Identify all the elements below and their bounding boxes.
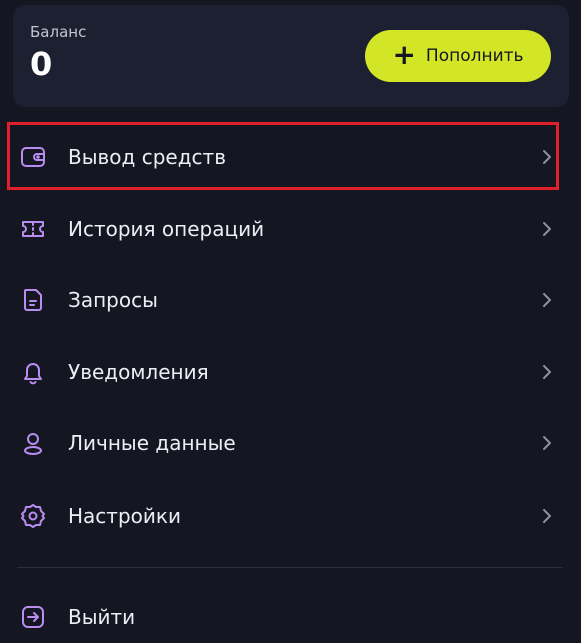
menu-item-requests[interactable]: Запросы <box>0 265 581 335</box>
user-icon <box>19 429 47 457</box>
chevron-right-icon <box>539 434 555 452</box>
menu-item-label: Личные данные <box>68 431 236 455</box>
menu-item-settings[interactable]: Настройки <box>0 481 581 551</box>
balance-label: Баланс <box>30 23 87 41</box>
menu-item-label: Запросы <box>68 288 158 312</box>
balance-card: Баланс 0 + Пополнить <box>13 5 569 107</box>
chevron-right-icon <box>539 148 555 166</box>
chevron-right-icon <box>539 507 555 525</box>
logout-icon <box>19 603 47 631</box>
plus-icon: + <box>392 38 416 71</box>
menu-item-notifications[interactable]: Уведомления <box>0 337 581 407</box>
logout-button[interactable]: Выйти <box>0 582 581 643</box>
chevron-right-icon <box>539 291 555 309</box>
bell-icon <box>19 358 47 386</box>
divider <box>17 567 563 568</box>
chevron-right-icon <box>539 220 555 238</box>
menu-item-withdraw[interactable]: Вывод средств <box>0 122 581 192</box>
menu-item-history[interactable]: История операций <box>0 194 581 264</box>
ticket-icon <box>19 215 47 243</box>
chevron-right-icon <box>539 363 555 381</box>
menu-item-label: История операций <box>68 217 265 241</box>
wallet-icon <box>19 143 47 171</box>
menu-item-label: Настройки <box>68 504 181 528</box>
balance-value: 0 <box>30 45 53 83</box>
menu-item-label: Вывод средств <box>68 145 226 169</box>
document-icon <box>19 286 47 314</box>
logout-label: Выйти <box>68 605 136 629</box>
profile-menu-screen: Баланс 0 + Пополнить Вывод средств Истор… <box>0 0 581 643</box>
menu-item-personal-data[interactable]: Личные данные <box>0 408 581 478</box>
gear-icon <box>19 502 47 530</box>
topup-button-label: Пополнить <box>425 46 524 66</box>
topup-button[interactable]: + Пополнить <box>365 30 551 82</box>
menu-item-label: Уведомления <box>68 360 209 384</box>
